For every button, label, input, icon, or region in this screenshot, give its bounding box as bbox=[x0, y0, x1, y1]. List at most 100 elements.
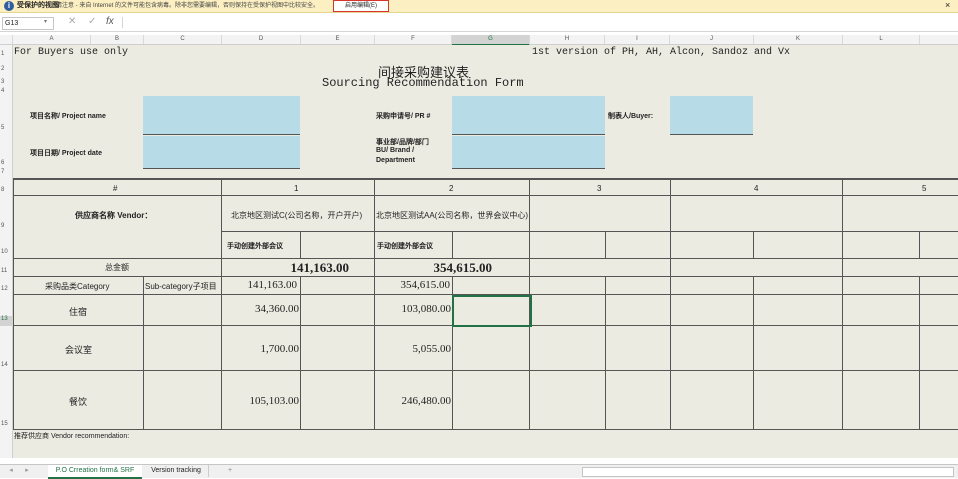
row-header[interactable]: 6 bbox=[0, 160, 13, 166]
category-amount: 246,480.00 bbox=[401, 395, 452, 407]
vendor-number: 2 bbox=[449, 184, 454, 193]
col-border bbox=[300, 276, 301, 430]
version-note: 1st version of PH, AH, Alcon, Sandoz and… bbox=[532, 47, 791, 58]
col-border bbox=[300, 231, 301, 258]
col-border bbox=[919, 231, 920, 258]
row-header[interactable]: 13 bbox=[0, 316, 13, 326]
col-border bbox=[919, 276, 920, 430]
buyer-label: 制表人/Buyer: bbox=[608, 113, 654, 120]
tab-scroll-left-icon[interactable]: ◂ bbox=[6, 465, 16, 477]
cancel-icon[interactable]: ✕ bbox=[68, 16, 76, 27]
bu-field[interactable] bbox=[452, 136, 605, 169]
column-header[interactable]: H bbox=[530, 35, 605, 44]
column-header[interactable]: J bbox=[670, 35, 754, 44]
row-header[interactable]: 4 bbox=[0, 88, 13, 94]
column-header[interactable]: I bbox=[605, 35, 670, 44]
vendor-subtitle: 手动创建外部会议 bbox=[377, 243, 433, 250]
chevron-down-icon[interactable]: ▾ bbox=[44, 18, 47, 25]
enter-icon[interactable]: ✓ bbox=[88, 16, 96, 27]
select-all-corner[interactable] bbox=[0, 35, 13, 44]
shield-info-icon: i bbox=[4, 1, 14, 11]
category-label: 采购品类Category bbox=[45, 282, 110, 291]
vendor-name: 北京地区测试C(公司名称，开户开户) bbox=[231, 211, 363, 220]
tab-scroll-right-icon[interactable]: ▸ bbox=[22, 465, 32, 477]
column-header[interactable]: F bbox=[375, 35, 452, 44]
row-header[interactable]: 11 bbox=[0, 268, 13, 274]
col-border bbox=[13, 178, 14, 430]
row-border bbox=[13, 276, 958, 277]
row-headers: 1 2 3 4 5 6 7 8 9 10 11 12 13 14 15 bbox=[0, 45, 13, 458]
function-icon[interactable]: fx bbox=[106, 16, 114, 27]
row-border bbox=[13, 429, 958, 430]
category-amount: 141,163.00 bbox=[247, 279, 298, 291]
column-headers: A B C D E F G H I J K L bbox=[0, 35, 958, 46]
row-header[interactable]: 3 bbox=[0, 79, 13, 85]
selected-cell[interactable] bbox=[452, 295, 532, 327]
row-header[interactable]: 8 bbox=[0, 187, 13, 193]
total-amount: 354,615.00 bbox=[433, 260, 493, 275]
col-border bbox=[605, 276, 606, 430]
column-header[interactable]: E bbox=[301, 35, 375, 44]
sheet-tab[interactable]: Version tracking bbox=[144, 465, 209, 477]
row-header[interactable]: 12 bbox=[0, 286, 13, 292]
col-border bbox=[605, 231, 606, 258]
category-name: 会议室 bbox=[65, 345, 93, 355]
row-header[interactable]: 2 bbox=[0, 66, 13, 72]
col-border bbox=[753, 276, 754, 430]
protected-view-title: 受保护的视图 bbox=[17, 2, 59, 9]
vendor-name: 北京地区测试AA(公司名称，世界会议中心) bbox=[376, 211, 528, 220]
formula-input[interactable] bbox=[122, 17, 957, 28]
add-sheet-icon[interactable]: + bbox=[224, 465, 236, 477]
subcategory-label: Sub-category子项目 bbox=[145, 282, 217, 291]
enable-editing-button[interactable]: 启用编辑(E) bbox=[333, 0, 389, 12]
col-border bbox=[842, 178, 843, 430]
project-name-field[interactable] bbox=[143, 96, 300, 135]
vendor-index-label: # bbox=[113, 184, 118, 193]
vendor-number: 1 bbox=[294, 184, 299, 193]
category-name: 住宿 bbox=[69, 307, 88, 317]
close-icon[interactable]: × bbox=[945, 0, 950, 11]
category-name: 餐饮 bbox=[69, 397, 88, 407]
form-title-en: Sourcing Recommendation Form bbox=[322, 76, 524, 90]
col-border bbox=[452, 231, 453, 258]
row-border bbox=[221, 231, 958, 232]
total-amount: 141,163.00 bbox=[290, 260, 350, 275]
row-border bbox=[13, 370, 958, 371]
row-header[interactable]: 15 bbox=[0, 421, 13, 427]
vendor-number: 5 bbox=[922, 184, 927, 193]
row-border bbox=[13, 195, 958, 196]
row-header[interactable]: 5 bbox=[0, 125, 13, 131]
horizontal-scrollbar[interactable] bbox=[582, 467, 954, 477]
vendor-number: 3 bbox=[597, 184, 602, 193]
buyers-only-note: For Buyers use only bbox=[14, 47, 129, 58]
category-amount: 5,055.00 bbox=[412, 343, 452, 355]
row-header[interactable]: 9 bbox=[0, 223, 13, 229]
column-header[interactable]: L bbox=[843, 35, 920, 44]
total-amount-label: 总金额 bbox=[105, 263, 129, 272]
column-header[interactable]: B bbox=[91, 35, 144, 44]
sheet-tab-bar: ◂ ▸ P.O Crreation form& SRF Version trac… bbox=[0, 464, 958, 479]
vendor-subtitle: 手动创建外部会议 bbox=[227, 243, 283, 250]
column-header[interactable]: A bbox=[13, 35, 91, 44]
col-border bbox=[753, 231, 754, 258]
bu-label-line1: 事业部/品牌/部门 bbox=[376, 139, 429, 146]
category-amount: 354,615.00 bbox=[400, 279, 451, 291]
project-date-field[interactable] bbox=[143, 136, 300, 169]
buyer-field[interactable] bbox=[670, 96, 753, 135]
project-date-label: 项目日期/ Project date bbox=[30, 150, 102, 157]
row-border bbox=[13, 258, 958, 259]
row-header[interactable]: 1 bbox=[0, 51, 13, 57]
pr-field[interactable] bbox=[452, 96, 605, 135]
protected-view-message: 请注意 - 来自 Internet 的文件可能包含病毒。除非您需要编辑，否则保持… bbox=[56, 3, 320, 9]
column-header[interactable]: K bbox=[754, 35, 843, 44]
row-header[interactable]: 7 bbox=[0, 169, 13, 175]
column-header[interactable]: D bbox=[222, 35, 301, 44]
column-header[interactable]: C bbox=[144, 35, 222, 44]
category-amount: 34,360.00 bbox=[255, 303, 299, 315]
row-header[interactable]: 14 bbox=[0, 362, 13, 368]
row-header[interactable]: 10 bbox=[0, 249, 13, 255]
bu-label-line3: Department bbox=[376, 157, 415, 164]
category-amount: 1,700.00 bbox=[260, 343, 300, 355]
spreadsheet-grid[interactable]: For Buyers use only 1st version of PH, A… bbox=[13, 45, 958, 458]
category-amount: 105,103.00 bbox=[249, 395, 300, 407]
